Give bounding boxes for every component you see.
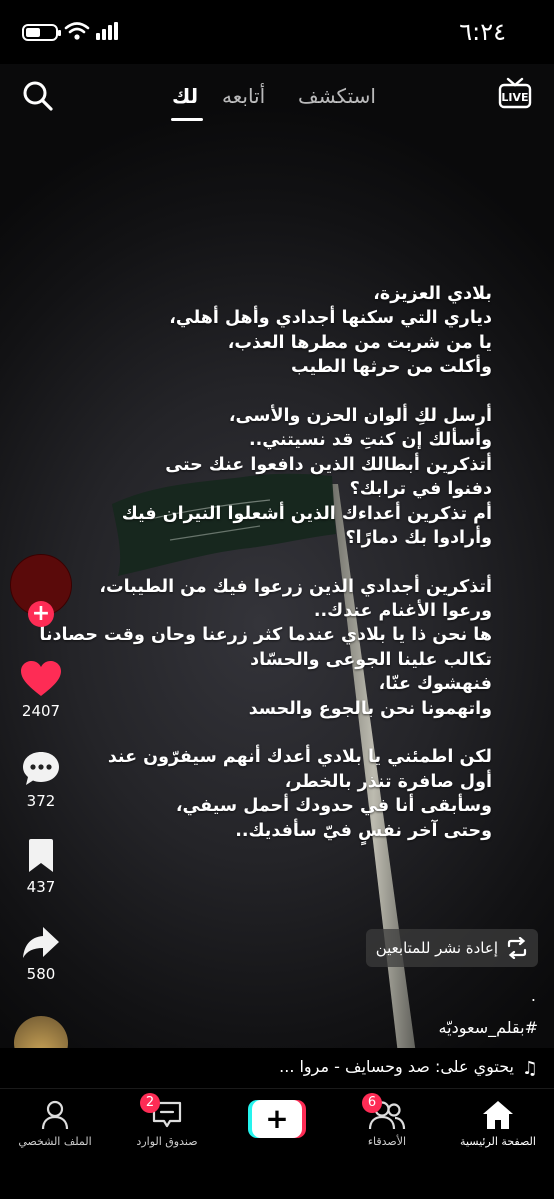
nav-home[interactable]: الصفحة الرئيسية [443,1099,553,1148]
music-note-icon: ♫ [521,1058,538,1079]
bookmark-icon [29,839,53,872]
battery-icon [22,24,61,41]
video-caption: بلادي العزيزة، دياري التي سكنها أجدادي وأ… [22,282,492,843]
share-count: 580 [26,965,56,983]
nav-inbox-label: صندوق الوارد [136,1135,198,1148]
save-count: 437 [26,878,56,896]
repost-to-followers-button[interactable]: إعادة نشر للمتابعين [365,929,538,967]
caption-dot: . [530,986,536,1005]
hashtag-link[interactable]: #بقلم_سعوديّه [439,1018,538,1037]
caption-line: يا من شربت من مطرها العذب، [227,332,492,353]
search-icon[interactable] [22,80,54,112]
caption-line: واتهمونا نحن بالجوع والحسد [248,698,492,719]
tab-explore[interactable]: استكشف [298,84,376,108]
caption-line: أرسل لكِ ألوان الحزن والأسى، [228,405,492,426]
caption-line [22,380,492,404]
caption-line: أم تذكرين أعداءك الذين أشعلوا النيران في… [121,503,492,524]
caption-line: فنهشوك عنّا، [378,674,492,695]
nav-friends[interactable]: 6 الأصدقاء [332,1093,442,1148]
nav-home-label: الصفحة الرئيسية [460,1135,536,1148]
nav-friends-label: الأصدقاء [367,1135,407,1148]
live-icon[interactable]: LIVE [498,76,532,112]
comment-button[interactable]: 372 [16,750,66,810]
wifi-icon [64,22,90,40]
status-time: ٦:٢٤ [459,18,506,46]
caption-line: وأرادوا بك دمارًا؟ [345,527,492,548]
bottom-nav: الصفحة الرئيسية 6 الأصدقاء + 2 صندوق الو… [0,1088,554,1199]
signal-icon [96,22,118,40]
save-button[interactable]: 437 [16,838,66,896]
caption-line: دياري التي سكنها أجدادي وأهل أهلي، [169,308,492,329]
top-nav: لك أتابعه استكشف LIVE [0,64,554,128]
comment-count: 372 [26,792,56,810]
heart-icon [21,661,61,696]
create-button[interactable]: + [248,1100,306,1138]
music-title: يحتوي على: صد وحسايف - مروا ... [279,1057,514,1076]
friends-badge: 6 [362,1093,382,1113]
plus-icon: + [252,1100,302,1138]
svg-text:LIVE: LIVE [501,91,528,104]
caption-line: أول صافرة تنذر بالخطر، [284,771,492,792]
nav-profile-label: الملف الشخصي [18,1135,92,1148]
repost-label: إعادة نشر للمتابعين [375,939,498,957]
caption-line: وأسألك إن كنتِ قد نسيتني.. [248,430,492,451]
profile-icon [41,1100,69,1130]
caption-line: ورعوا الأغنام عندك.. [313,601,492,622]
home-icon [483,1101,513,1129]
caption-line: بلادي العزيزة، [373,284,492,304]
like-count: 2407 [21,702,61,720]
caption-line: تكالب علينا الجوعى والحسّاد [250,649,492,670]
caption-line [22,550,492,574]
tab-for-you[interactable]: لك [172,84,198,108]
caption-line: وسأبقى أنا في حدودك أحمل سيفي، [175,796,492,817]
comment-icon [23,752,59,785]
share-arrow-icon [23,927,59,958]
caption-line: وأكلت من حرثها الطيب [290,357,492,378]
tiktok-app: ٦:٢٤ لك أتابعه استكشف LIVE بلادي العزيزة… [0,0,554,1199]
status-bar: ٦:٢٤ [0,0,554,64]
caption-line [22,721,492,745]
caption-line: وحتى آخر نفسٍ فيّ سأفديك.. [235,820,492,841]
share-button[interactable]: 580 [16,925,66,983]
follow-plus-button[interactable]: + [28,601,54,627]
tab-following[interactable]: أتابعه [222,84,265,108]
active-tab-indicator [171,118,203,121]
inbox-badge: 2 [140,1093,160,1113]
nav-profile[interactable]: الملف الشخصي [0,1099,110,1148]
caption-line: ها نحن ذا يا بلادي عندما كثر زرعنا وحان … [39,625,492,646]
caption-line: لكن اطمئني يا بلادي أعدك أنهم سيفرّون عن… [107,747,492,768]
music-info-row[interactable]: ♫ يحتوي على: صد وحسايف - مروا ... [0,1048,554,1088]
caption-line: أتذكرين أجدادي الذين زرعوا فيك من الطيبا… [99,576,492,597]
nav-inbox[interactable]: 2 صندوق الوارد [112,1093,222,1148]
caption-line: أتذكرين أبطالك الذين دافعوا عنك حتى [165,454,492,475]
caption-line: دفنوا في ترابك؟ [349,479,492,500]
like-button[interactable]: 2407 [16,660,66,720]
repost-icon [507,937,527,959]
